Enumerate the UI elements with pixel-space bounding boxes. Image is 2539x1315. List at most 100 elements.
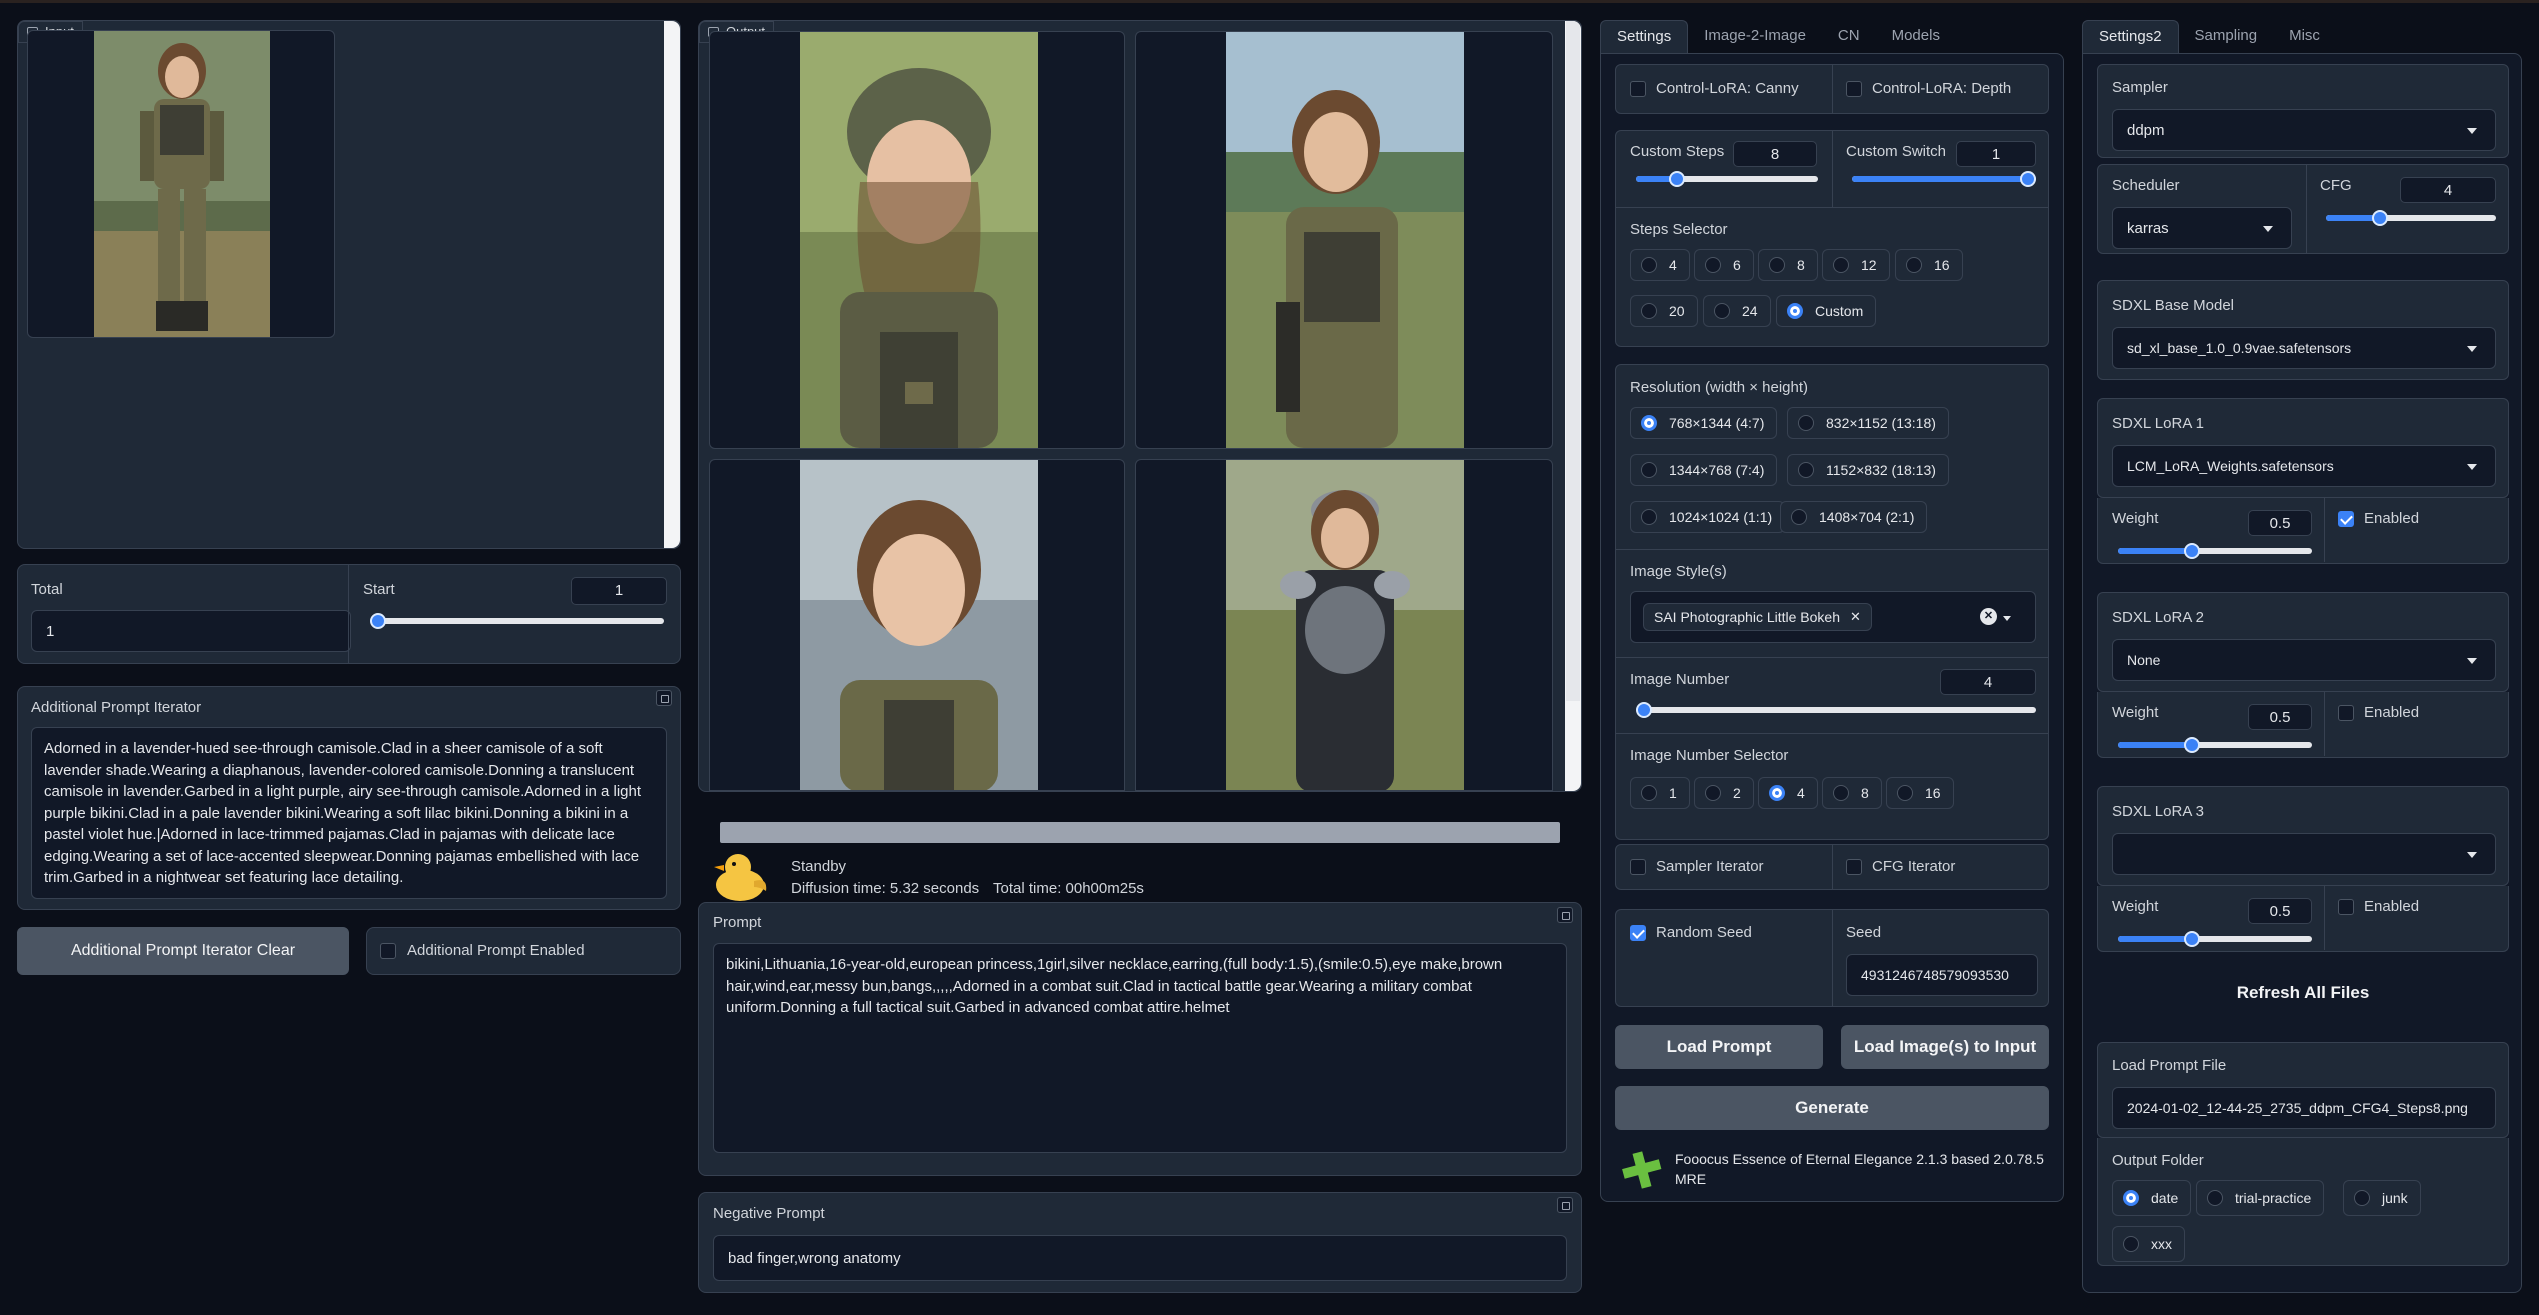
sampler-iterator-checkbox[interactable]: [1630, 859, 1646, 875]
image-number-option-1[interactable]: 1: [1630, 777, 1690, 809]
copy-icon[interactable]: [1557, 907, 1573, 923]
steps-radio-6[interactable]: [1705, 257, 1721, 273]
gallery-thumb-3[interactable]: [709, 459, 1125, 791]
load-prompt-button[interactable]: Load Prompt: [1615, 1025, 1823, 1069]
gallery-thumb-4[interactable]: [1135, 459, 1553, 791]
base-model-select[interactable]: sd_xl_base_1.0_0.9vae.safetensors: [2112, 327, 2496, 369]
image-number-radio[interactable]: [1897, 785, 1913, 801]
prompt-iterator-textarea[interactable]: Adorned in a lavender-hued see-through c…: [31, 727, 667, 899]
resolution-option-1152x832[interactable]: 1152×832 (18:13): [1787, 454, 1949, 486]
tab-settings[interactable]: Settings: [1600, 20, 1689, 54]
gallery-scrollbar-thumb[interactable]: [1566, 21, 1580, 701]
resolution-radio[interactable]: [1798, 462, 1814, 478]
steps-option-12[interactable]: 12: [1822, 249, 1890, 281]
image-number-option-8[interactable]: 8: [1822, 777, 1882, 809]
lora3-enabled-checkbox[interactable]: [2338, 899, 2354, 915]
random-seed-checkbox[interactable]: [1630, 925, 1646, 941]
steps-radio-8[interactable]: [1769, 257, 1785, 273]
remove-icon[interactable]: ✕: [1850, 609, 1861, 625]
output-folder-radio[interactable]: [2354, 1190, 2370, 1206]
lora1-weight-number[interactable]: 0.5: [2248, 510, 2312, 536]
chevron-down-icon[interactable]: [2003, 616, 2011, 621]
resolution-option-1024x1024[interactable]: 1024×1024 (1:1): [1630, 501, 1786, 533]
resolution-option-1344x768[interactable]: 1344×768 (7:4): [1630, 454, 1778, 486]
resolution-radio[interactable]: [1791, 509, 1807, 525]
prompt-iterator-clear-button[interactable]: Additional Prompt Iterator Clear: [17, 927, 349, 975]
gallery-thumb-2[interactable]: [1135, 31, 1553, 449]
steps-option-20[interactable]: 20: [1630, 295, 1698, 327]
output-folder-radio[interactable]: [2123, 1190, 2139, 1206]
prompt-file-input[interactable]: 2024-01-02_12-44-25_2735_ddpm_CFG4_Steps…: [2112, 1087, 2496, 1129]
lora2-weight-number[interactable]: 0.5: [2248, 704, 2312, 730]
input-image-panel[interactable]: Input: [17, 20, 681, 549]
image-number-option-4[interactable]: 4: [1758, 777, 1818, 809]
total-input[interactable]: 1: [31, 610, 351, 652]
resolution-option-768x1344[interactable]: 768×1344 (4:7): [1630, 407, 1778, 439]
gallery-scrollbar[interactable]: [1565, 21, 1581, 791]
output-folder-option-junk[interactable]: junk: [2343, 1180, 2421, 1216]
resolution-radio[interactable]: [1641, 415, 1657, 431]
steps-radio-12[interactable]: [1833, 257, 1849, 273]
tab-models[interactable]: Models: [1876, 20, 1956, 54]
cfg-iterator-checkbox[interactable]: [1846, 859, 1862, 875]
refresh-all-files-button[interactable]: Refresh All Files: [2097, 976, 2509, 1010]
image-number-number[interactable]: 4: [1940, 669, 2036, 695]
tab-misc[interactable]: Misc: [2273, 20, 2336, 54]
lora3-weight-slider[interactable]: [2118, 931, 2312, 947]
image-number-slider[interactable]: [1636, 702, 2036, 718]
lora2-enabled-checkbox[interactable]: [2338, 705, 2354, 721]
steps-option-4[interactable]: 4: [1630, 249, 1690, 281]
negative-prompt-input[interactable]: bad finger,wrong anatomy: [713, 1235, 1567, 1281]
clear-icon[interactable]: ✕: [1980, 608, 1997, 625]
steps-radio-24[interactable]: [1714, 303, 1730, 319]
tab-settings2[interactable]: Settings2: [2082, 20, 2179, 54]
seed-input[interactable]: 4931246748579093530: [1846, 954, 2038, 996]
steps-radio-20[interactable]: [1641, 303, 1657, 319]
lora3-select[interactable]: [2112, 833, 2496, 875]
image-style-select[interactable]: SAI Photographic Little Bokeh ✕ ✕: [1630, 591, 2036, 643]
depth-checkbox[interactable]: [1846, 81, 1862, 97]
resolution-radio[interactable]: [1641, 462, 1657, 478]
scheduler-select[interactable]: karras: [2112, 207, 2292, 249]
resolution-option-1408x704[interactable]: 1408×704 (2:1): [1780, 501, 1928, 533]
steps-radio-custom[interactable]: [1787, 303, 1803, 319]
resolution-radio[interactable]: [1641, 509, 1657, 525]
lora1-enabled-checkbox[interactable]: [2338, 511, 2354, 527]
image-number-option-16[interactable]: 16: [1886, 777, 1954, 809]
lora2-weight-slider[interactable]: [2118, 737, 2312, 753]
image-number-radio[interactable]: [1833, 785, 1849, 801]
generate-button[interactable]: Generate: [1615, 1086, 2049, 1130]
prompt-enabled-checkbox[interactable]: [380, 943, 396, 959]
image-number-radio[interactable]: [1769, 785, 1785, 801]
copy-icon[interactable]: [1557, 1197, 1573, 1213]
custom-steps-number[interactable]: 8: [1733, 141, 1817, 167]
steps-option-6[interactable]: 6: [1694, 249, 1754, 281]
steps-radio-4[interactable]: [1641, 257, 1657, 273]
tab-cn[interactable]: CN: [1822, 20, 1876, 54]
tab-sampling[interactable]: Sampling: [2179, 20, 2274, 54]
cfg-number[interactable]: 4: [2400, 177, 2496, 203]
input-image-thumb-frame[interactable]: [27, 30, 335, 338]
steps-radio-16[interactable]: [1906, 257, 1922, 273]
output-folder-radio[interactable]: [2123, 1236, 2139, 1252]
image-number-radio[interactable]: [1641, 785, 1657, 801]
output-folder-option-date[interactable]: date: [2112, 1180, 2192, 1216]
image-style-token[interactable]: SAI Photographic Little Bokeh ✕: [1643, 603, 1872, 631]
canny-checkbox[interactable]: [1630, 81, 1646, 97]
image-number-option-2[interactable]: 2: [1694, 777, 1754, 809]
lora3-weight-number[interactable]: 0.5: [2248, 898, 2312, 924]
sampler-select[interactable]: ddpm: [2112, 109, 2496, 151]
image-number-radio[interactable]: [1705, 785, 1721, 801]
steps-option-custom[interactable]: Custom: [1776, 295, 1877, 327]
input-scrollbar[interactable]: [664, 21, 680, 548]
lora1-weight-slider[interactable]: [2118, 543, 2312, 559]
tab-image-2-image[interactable]: Image-2-Image: [1688, 20, 1822, 54]
load-images-button[interactable]: Load Image(s) to Input: [1841, 1025, 2049, 1069]
prompt-enabled-panel[interactable]: Additional Prompt Enabled: [366, 927, 681, 975]
output-folder-option-xxx[interactable]: xxx: [2112, 1226, 2185, 1262]
lora1-select[interactable]: LCM_LoRA_Weights.safetensors: [2112, 445, 2496, 487]
steps-option-8[interactable]: 8: [1758, 249, 1818, 281]
start-slider[interactable]: [370, 613, 664, 629]
start-number[interactable]: 1: [571, 577, 667, 605]
prompt-textarea[interactable]: bikini,Lithuania,16-year-old,european pr…: [713, 943, 1567, 1153]
